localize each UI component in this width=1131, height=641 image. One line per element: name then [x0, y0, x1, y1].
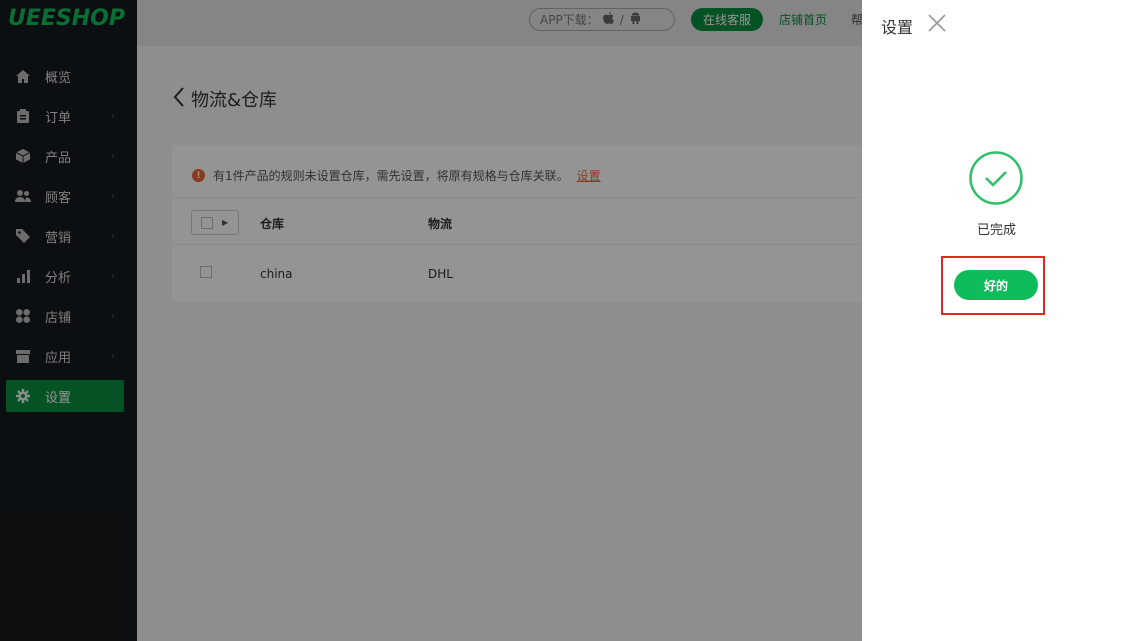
close-icon[interactable] [926, 12, 948, 34]
settings-drawer: 设置 已完成 好的 [862, 0, 1131, 641]
highlight-box: 好的 [941, 256, 1045, 315]
ok-button[interactable]: 好的 [954, 270, 1038, 300]
modal-overlay[interactable] [0, 0, 862, 641]
check-circle-icon [969, 151, 1023, 205]
status-text: 已完成 [976, 223, 1016, 238]
drawer-title: 设置 [881, 18, 914, 37]
